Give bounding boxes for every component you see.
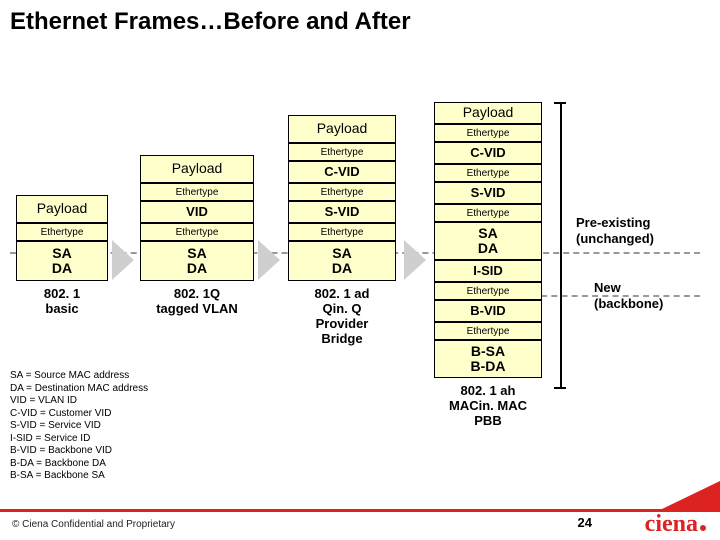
glossary-legend: SA = Source MAC address DA = Destination… [10,370,148,483]
field-sa-da: SA DA [140,241,254,281]
field-bsa-bda: B-SA B-DA [434,340,542,378]
footer-accent-triangle [662,481,720,509]
field-ethertype: Ethertype [434,124,542,142]
slide-title: Ethernet Frames…Before and After [10,8,411,36]
field-sa-da: SA DA [288,241,396,281]
frame-label: 802. 1 basic [16,287,108,317]
field-cvid: C-VID [434,142,542,164]
footer-accent-bar [0,509,720,512]
field-payload: Payload [434,102,542,124]
field-ethertype: Ethertype [140,223,254,241]
field-ethertype: Ethertype [434,322,542,340]
frame-8021q: Payload Ethertype VID Ethertype SA DA 80… [140,155,254,317]
field-isid: I-SID [434,260,542,282]
footer-copyright: © Ciena Confidential and Proprietary [12,519,175,530]
field-ethertype: Ethertype [434,204,542,222]
annot-new-backbone: New (backbone) [594,280,663,311]
field-payload: Payload [16,195,108,223]
diagram-stage: Pre-existing (unchanged) New (backbone) … [0,55,720,415]
extent-cap [554,387,566,389]
field-bvid: B-VID [434,300,542,322]
field-cvid: C-VID [288,161,396,183]
field-ethertype: Ethertype [288,223,396,241]
field-payload: Payload [288,115,396,143]
ciena-logo: ciena [645,511,706,538]
field-sa-da: SA DA [16,241,108,281]
frame-label: 802. 1 ah MACin. MAC PBB [434,384,542,429]
frame-8021ah: Payload Ethertype C-VID Ethertype S-VID … [434,102,542,429]
page-number: 24 [578,515,592,530]
frame-8021ad: Payload Ethertype C-VID Ethertype S-VID … [288,115,396,347]
field-ethertype: Ethertype [434,282,542,300]
field-svid: S-VID [434,182,542,204]
annot-preexisting: Pre-existing (unchanged) [576,215,654,246]
field-ethertype: Ethertype [16,223,108,241]
field-vid: VID [140,201,254,223]
extent-bar [560,102,562,387]
field-ethertype: Ethertype [434,164,542,182]
logo-dot-icon [700,525,706,531]
arrow-icon [404,240,426,280]
frame-label: 802. 1Q tagged VLAN [140,287,254,317]
extent-cap [554,102,566,104]
field-sa-da: SA DA [434,222,542,260]
field-ethertype: Ethertype [140,183,254,201]
field-ethertype: Ethertype [288,183,396,201]
field-ethertype: Ethertype [288,143,396,161]
field-svid: S-VID [288,201,396,223]
arrow-icon [112,240,134,280]
frame-label: 802. 1 ad Qin. Q Provider Bridge [288,287,396,347]
arrow-icon [258,240,280,280]
frame-basic: Payload Ethertype SA DA 802. 1 basic [16,195,108,317]
field-payload: Payload [140,155,254,183]
